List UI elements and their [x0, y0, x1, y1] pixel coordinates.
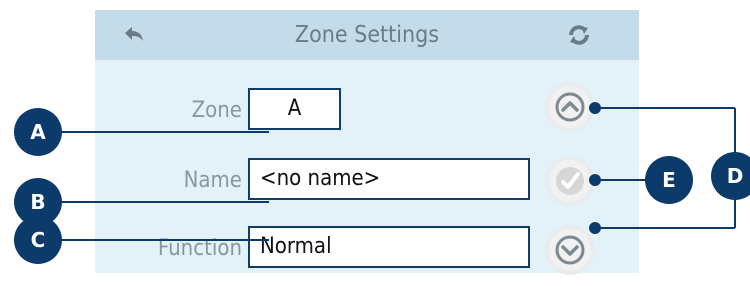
callout-lines: [38, 107, 736, 241]
callout-c: C: [14, 216, 62, 264]
callout-dot-up: [589, 102, 601, 114]
callout-dot-confirm: [589, 174, 601, 186]
callout-e: E: [645, 156, 693, 204]
callout-dot-down: [589, 222, 601, 234]
callout-a: A: [14, 108, 62, 156]
